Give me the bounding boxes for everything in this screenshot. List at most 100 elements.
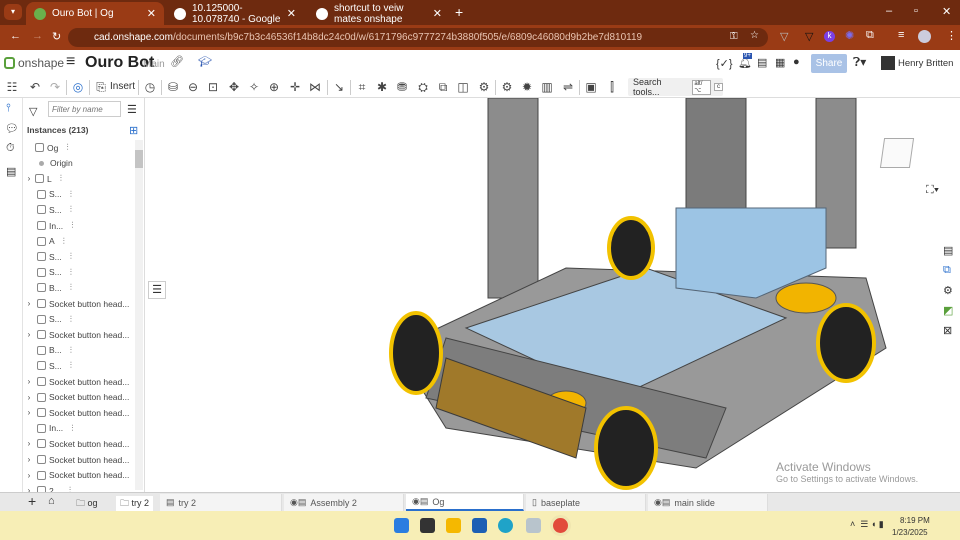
measure-icon[interactable]: ▣	[584, 80, 598, 94]
home-icon[interactable]: ⌂	[48, 495, 55, 507]
tree-item[interactable]: › Socket button head...	[23, 296, 130, 311]
user-menu[interactable]: Henry Britten	[898, 58, 953, 69]
puzzle-icon[interactable]: ⧉	[866, 29, 874, 42]
edge-icon[interactable]	[498, 518, 513, 533]
list-icon[interactable]: ▤	[757, 56, 767, 69]
list-view-icon[interactable]: ☰	[127, 103, 137, 116]
right-panel-icon-1[interactable]: ▤	[943, 244, 953, 257]
browser-tab-shortcut[interactable]: shortcut to veiw mates onshape ✕	[308, 2, 450, 25]
tree-item[interactable]: In... ⫶	[23, 421, 73, 436]
right-panel-icon-4[interactable]: ◩	[943, 304, 953, 317]
chevron-right-icon[interactable]: ›	[23, 471, 35, 480]
new-tab-button[interactable]: +	[455, 4, 463, 20]
browser-tab-onshape[interactable]: Ouro Bot | Og ✕	[26, 2, 164, 25]
branch-label[interactable]: Main	[143, 59, 165, 70]
url-field[interactable]: cad.onshape.com/documents/b9c7b3c46536f1…	[68, 28, 768, 47]
clock-time[interactable]: 8:19 PM	[900, 516, 930, 525]
media-icon[interactable]: ≡	[898, 29, 904, 41]
tree-item[interactable]: S... ⫶	[23, 187, 72, 202]
k-extension-icon[interactable]: k	[824, 31, 835, 42]
tree-item[interactable]: › Socket button head...	[23, 452, 130, 467]
maximize-button[interactable]: ▫	[914, 5, 918, 17]
tree-item[interactable]: B... ⫶	[23, 280, 72, 295]
browser-tab-google[interactable]: 10.125000-10.078740 - Google ✕	[166, 2, 304, 25]
comments-icon[interactable]: 💬︎	[5, 122, 19, 135]
minimize-button[interactable]: –	[886, 5, 892, 17]
tray-icons[interactable]: ˄ ☰ ◖ ▮	[850, 519, 884, 530]
pin-slot-mate-icon[interactable]: ⊕	[267, 80, 281, 94]
tree-item[interactable]: Og ⫶	[23, 140, 69, 155]
redo-icon[interactable]: ↷	[48, 80, 62, 94]
tangent-mate-icon[interactable]: ↘	[332, 80, 346, 94]
brave-icon[interactable]: ▽	[805, 30, 813, 43]
profile-avatar[interactable]	[918, 30, 931, 43]
task-view-icon[interactable]	[420, 518, 435, 533]
globe-icon[interactable]: ●	[793, 56, 800, 68]
revolute-mate-icon[interactable]: ⊖	[186, 80, 200, 94]
screw-relation-icon[interactable]: ▥	[540, 80, 554, 94]
scrollbar-thumb[interactable]	[135, 150, 143, 168]
back-icon[interactable]: ←	[10, 30, 21, 42]
folder-breadcrumb-og[interactable]: 🗀︎ og	[76, 496, 98, 512]
tree-item[interactable]: S... ⫶	[23, 358, 72, 373]
tree-item[interactable]: › Socket button head...	[23, 436, 130, 451]
explode-icon[interactable]: ⚙	[477, 80, 491, 94]
help-icon[interactable]: ❓︎▾	[853, 55, 866, 70]
close-icon[interactable]: ✕	[433, 7, 442, 20]
tab-search-button[interactable]: ▾	[4, 4, 22, 20]
tree-item[interactable]: Origin	[23, 156, 73, 171]
extension-icon[interactable]: ▽	[780, 30, 788, 43]
add-tab-button[interactable]: +	[28, 493, 36, 509]
tree-item[interactable]: › Socket button head...	[23, 468, 130, 483]
mate-features-icon[interactable]: ⫯	[6, 102, 11, 115]
tree-item[interactable]: S... ⫶	[23, 249, 72, 264]
chevron-right-icon[interactable]: ›	[23, 455, 35, 464]
chevron-right-icon[interactable]: ›	[23, 330, 35, 339]
section-icon[interactable]: ◫	[456, 80, 470, 94]
tree-item[interactable]: B... ⫶	[23, 343, 72, 358]
tree-item[interactable]: S... ⫶	[23, 312, 72, 327]
variables-icon[interactable]: {✓}	[716, 57, 733, 70]
view-cube[interactable]	[879, 138, 915, 168]
tree-item[interactable]: S... ⫶	[23, 265, 72, 280]
apps-icon[interactable]: ▦	[775, 56, 785, 69]
gear-extension-icon[interactable]: ✺	[845, 29, 854, 42]
chevron-right-icon[interactable]: ›	[23, 299, 35, 308]
close-icon[interactable]: ✕	[147, 7, 156, 20]
menu-icon[interactable]: ⋮	[946, 29, 957, 42]
tree-item[interactable]: › Socket button head...	[23, 374, 130, 389]
tree-item[interactable]: In... ⫶	[23, 218, 73, 233]
clock-date[interactable]: 1/23/2025	[892, 528, 928, 537]
insert-icon[interactable]: ⎘	[94, 80, 108, 94]
right-panel-icon-2[interactable]: ⧉	[943, 264, 951, 277]
group-icon[interactable]: ✱	[375, 80, 389, 94]
tree-item[interactable]: S... ⫶	[23, 202, 72, 217]
close-window-button[interactable]: ✕	[942, 5, 951, 18]
mate-connector-icon[interactable]: ⌗	[355, 80, 369, 94]
tab-og[interactable]: ◉▤ Og	[406, 494, 524, 511]
parallel-mate-icon[interactable]: ⋈	[308, 80, 322, 94]
add-folder-icon[interactable]: ⊞	[129, 124, 138, 137]
learning-icon[interactable]: 🎓︎	[198, 55, 212, 68]
filter-input[interactable]	[48, 101, 121, 117]
linked-icon[interactable]: ◎	[71, 80, 85, 94]
replicate-icon[interactable]: ⛃	[395, 80, 409, 94]
folder-breadcrumb-try2[interactable]: 🗀︎ try 2	[116, 496, 154, 512]
planar-mate-icon[interactable]: ✥	[227, 80, 241, 94]
slider-mate-icon[interactable]: ⊡	[206, 80, 220, 94]
cylindrical-mate-icon[interactable]: ✧	[247, 80, 261, 94]
forward-icon[interactable]: →	[32, 30, 43, 42]
star-icon[interactable]: ☆	[750, 30, 759, 41]
chevron-right-icon[interactable]: ›	[23, 377, 35, 386]
tab-try-2[interactable]: ▤ try 2	[160, 494, 282, 511]
fastened-mate-icon[interactable]: ⛁	[166, 80, 180, 94]
onshape-logo[interactable]: onshape	[18, 56, 64, 70]
chevron-right-icon[interactable]: ›	[23, 393, 35, 402]
gear-relation-icon[interactable]: ⚙	[500, 80, 514, 94]
tree-item[interactable]: › L ⫶	[23, 171, 62, 186]
share-button[interactable]: Share	[811, 54, 847, 73]
ball-mate-icon[interactable]: ✛	[288, 80, 302, 94]
bom-icon[interactable]: ▤	[6, 165, 16, 178]
hamburger-icon[interactable]: ≡	[66, 53, 75, 71]
insert-button[interactable]: Insert	[110, 81, 135, 92]
